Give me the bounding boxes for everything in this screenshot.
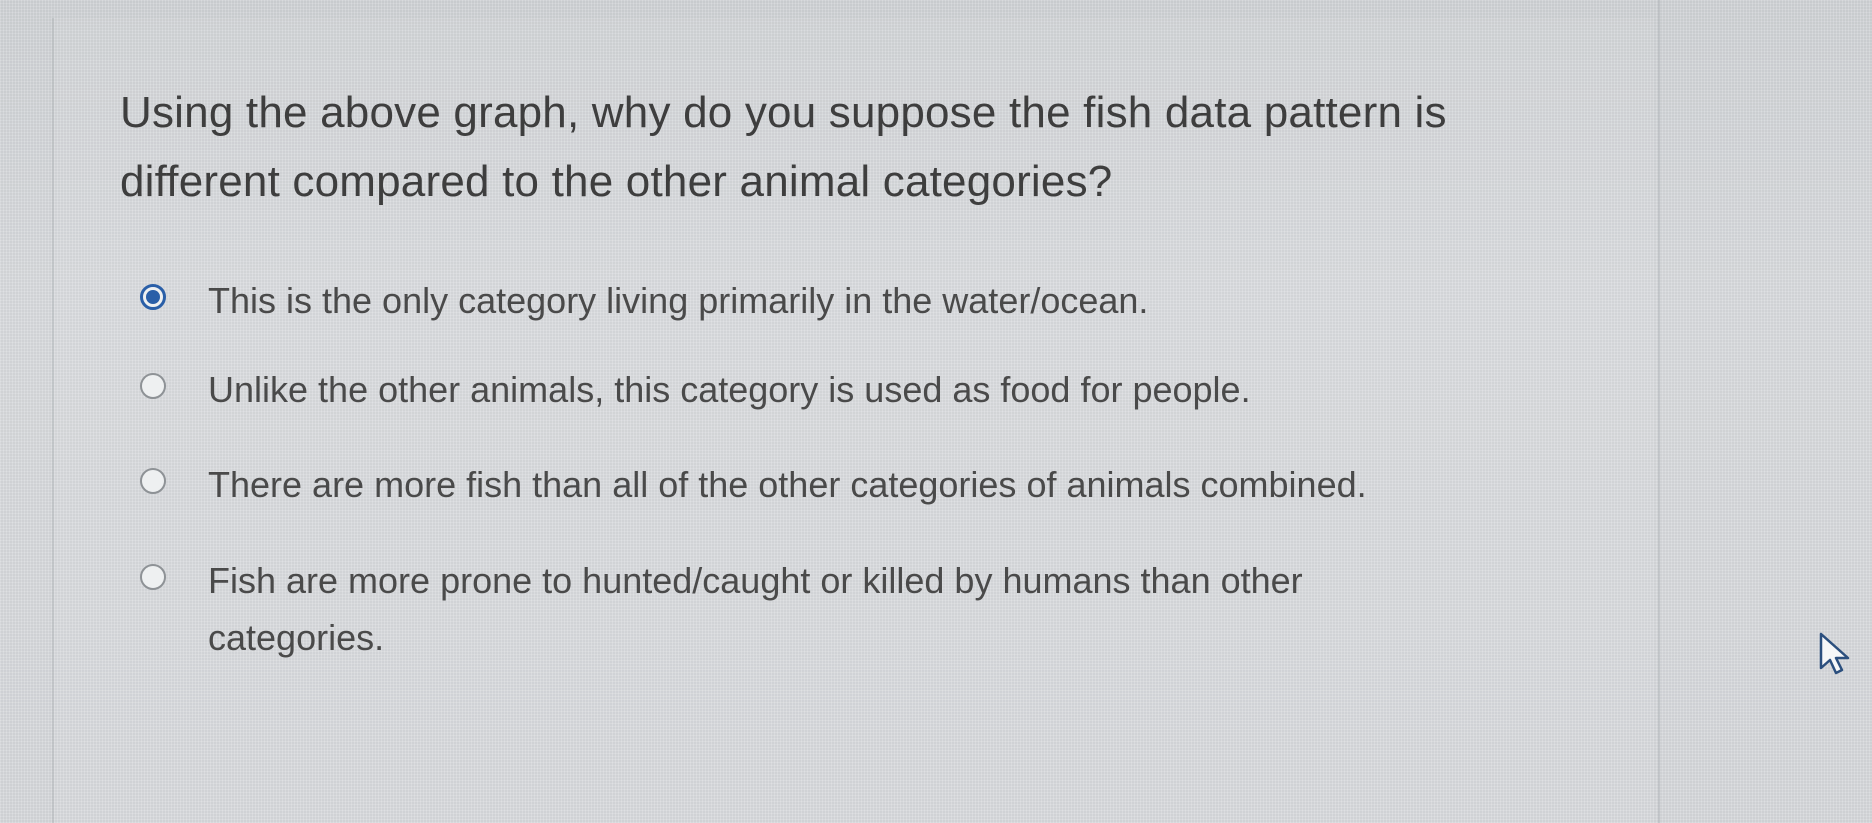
- answer-option-4-text-line-2: categories.: [208, 617, 385, 658]
- panel-divider: [1658, 0, 1660, 823]
- answer-option-1-text: This is the only category living primari…: [208, 280, 1149, 321]
- radio-button[interactable]: [140, 373, 166, 399]
- question-text: Using the above graph, why do you suppos…: [120, 78, 1620, 216]
- answer-option-1[interactable]: This is the only category living primari…: [140, 272, 1608, 329]
- answer-option-4[interactable]: Fish are more prone to hunted/caught or …: [140, 552, 1608, 666]
- answer-option-2-label[interactable]: Unlike the other animals, this category …: [208, 361, 1608, 418]
- answer-option-3-text: There are more fish than all of the othe…: [208, 464, 1367, 505]
- answer-option-3-label[interactable]: There are more fish than all of the othe…: [208, 456, 1608, 513]
- answer-option-4-label[interactable]: Fish are more prone to hunted/caught or …: [208, 552, 1608, 666]
- radio-button[interactable]: [140, 564, 166, 590]
- radio-button[interactable]: [140, 468, 166, 494]
- answer-option-4-text-line-1: Fish are more prone to hunted/caught or …: [208, 560, 1303, 601]
- answer-option-2-text: Unlike the other animals, this category …: [208, 369, 1251, 410]
- radio-button-selected[interactable]: [140, 284, 166, 310]
- question-line-1: Using the above graph, why do you suppos…: [120, 88, 1447, 137]
- answer-option-1-label[interactable]: This is the only category living primari…: [208, 272, 1608, 329]
- answer-option-3[interactable]: There are more fish than all of the othe…: [140, 456, 1608, 513]
- answer-option-2[interactable]: Unlike the other animals, this category …: [140, 361, 1608, 418]
- mouse-pointer-icon: [1819, 632, 1850, 675]
- question-line-2: different compared to the other animal c…: [120, 157, 1113, 206]
